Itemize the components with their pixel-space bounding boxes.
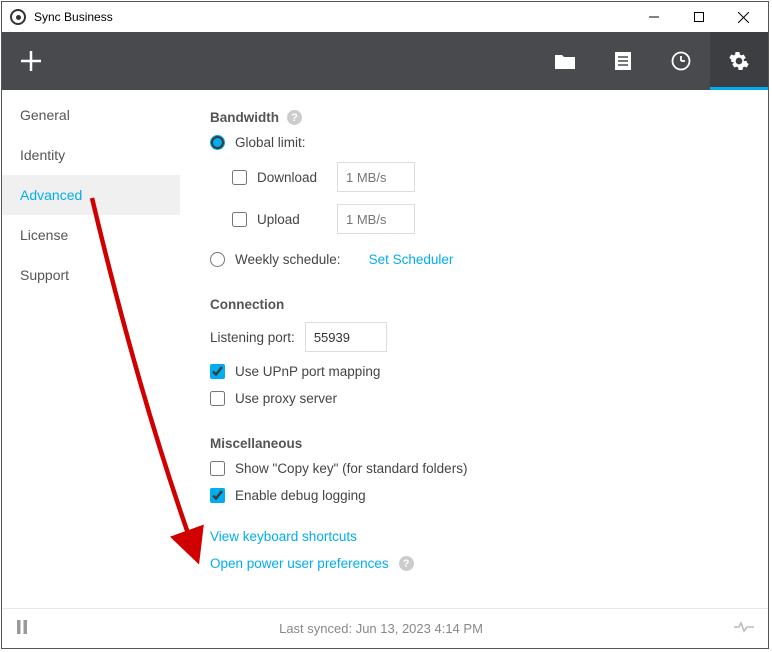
download-row: Download	[232, 162, 756, 192]
list-icon	[615, 52, 631, 70]
main-toolbar	[2, 32, 768, 90]
sidebar-item-advanced[interactable]: Advanced	[2, 175, 180, 215]
sidebar-item-support[interactable]: Support	[2, 255, 180, 295]
download-checkbox[interactable]	[232, 170, 247, 185]
upnp-label: Use UPnP port mapping	[235, 364, 380, 379]
status-bar: Last synced: Jun 13, 2023 4:14 PM	[2, 608, 768, 648]
pause-button[interactable]	[16, 620, 28, 637]
upnp-row: Use UPnP port mapping	[210, 364, 756, 379]
upload-input[interactable]	[337, 204, 415, 234]
debug-row: Enable debug logging	[210, 488, 756, 503]
weekly-schedule-label: Weekly schedule:	[235, 252, 341, 267]
copykey-row: Show "Copy key" (for standard folders)	[210, 461, 756, 476]
settings-sidebar: General Identity Advanced License Suppor…	[2, 90, 180, 608]
list-button[interactable]	[594, 32, 652, 90]
power-user-row: Open power user preferences ?	[210, 556, 756, 571]
settings-button[interactable]	[710, 32, 768, 90]
view-shortcuts-link[interactable]: View keyboard shortcuts	[210, 529, 357, 544]
upload-checkbox[interactable]	[232, 212, 247, 227]
listening-port-label: Listening port:	[210, 330, 295, 345]
listening-port-row: Listening port:	[210, 322, 756, 352]
status-text: Last synced: Jun 13, 2023 4:14 PM	[28, 621, 734, 636]
add-button[interactable]	[2, 32, 60, 90]
gear-icon	[729, 51, 749, 71]
minimize-button[interactable]	[631, 2, 676, 32]
pause-icon	[16, 620, 28, 634]
activity-indicator[interactable]	[734, 621, 754, 636]
title-bar: Sync Business	[2, 2, 768, 32]
sidebar-item-general[interactable]: General	[2, 95, 180, 135]
misc-heading: Miscellaneous	[210, 436, 756, 451]
set-scheduler-link[interactable]: Set Scheduler	[369, 252, 454, 267]
window-controls	[631, 2, 766, 32]
bandwidth-heading-text: Bandwidth	[210, 110, 279, 125]
upload-row: Upload	[232, 204, 756, 234]
sidebar-item-identity[interactable]: Identity	[2, 135, 180, 175]
connection-heading: Connection	[210, 297, 756, 312]
upnp-checkbox[interactable]	[210, 364, 225, 379]
bandwidth-heading: Bandwidth ?	[210, 110, 756, 125]
debug-checkbox[interactable]	[210, 488, 225, 503]
maximize-button[interactable]	[676, 2, 721, 32]
download-input[interactable]	[337, 162, 415, 192]
power-user-link[interactable]: Open power user preferences	[210, 556, 389, 571]
help-icon[interactable]: ?	[287, 110, 302, 125]
proxy-checkbox[interactable]	[210, 391, 225, 406]
global-limit-row: Global limit:	[210, 135, 756, 150]
weekly-schedule-row: Weekly schedule: Set Scheduler	[210, 252, 756, 267]
weekly-schedule-radio[interactable]	[210, 252, 225, 267]
plus-icon	[20, 50, 42, 72]
listening-port-input[interactable]	[305, 322, 387, 352]
history-button[interactable]	[652, 32, 710, 90]
global-limit-radio[interactable]	[210, 135, 225, 150]
misc-heading-text: Miscellaneous	[210, 436, 302, 451]
maximize-icon	[694, 12, 704, 22]
folders-button[interactable]	[536, 32, 594, 90]
help-icon[interactable]: ?	[399, 556, 414, 571]
copykey-label: Show "Copy key" (for standard folders)	[235, 461, 467, 476]
copykey-checkbox[interactable]	[210, 461, 225, 476]
close-icon	[738, 12, 749, 23]
app-icon	[10, 9, 26, 25]
debug-label: Enable debug logging	[235, 488, 366, 503]
body-area: General Identity Advanced License Suppor…	[2, 90, 768, 608]
proxy-label: Use proxy server	[235, 391, 337, 406]
sidebar-item-license[interactable]: License	[2, 215, 180, 255]
minimize-icon	[649, 12, 659, 22]
clock-icon	[671, 51, 691, 71]
close-button[interactable]	[721, 2, 766, 32]
view-shortcuts-row: View keyboard shortcuts	[210, 529, 756, 544]
settings-content: Bandwidth ? Global limit: Download Uploa…	[180, 90, 768, 608]
toolbar-spacer	[60, 32, 536, 90]
connection-heading-text: Connection	[210, 297, 284, 312]
folder-icon	[555, 53, 575, 69]
global-limit-label: Global limit:	[235, 135, 306, 150]
activity-icon	[734, 621, 754, 633]
upload-label: Upload	[257, 212, 327, 227]
proxy-row: Use proxy server	[210, 391, 756, 406]
download-label: Download	[257, 170, 327, 185]
window-title: Sync Business	[34, 10, 113, 24]
app-window: Sync Business	[1, 1, 769, 649]
